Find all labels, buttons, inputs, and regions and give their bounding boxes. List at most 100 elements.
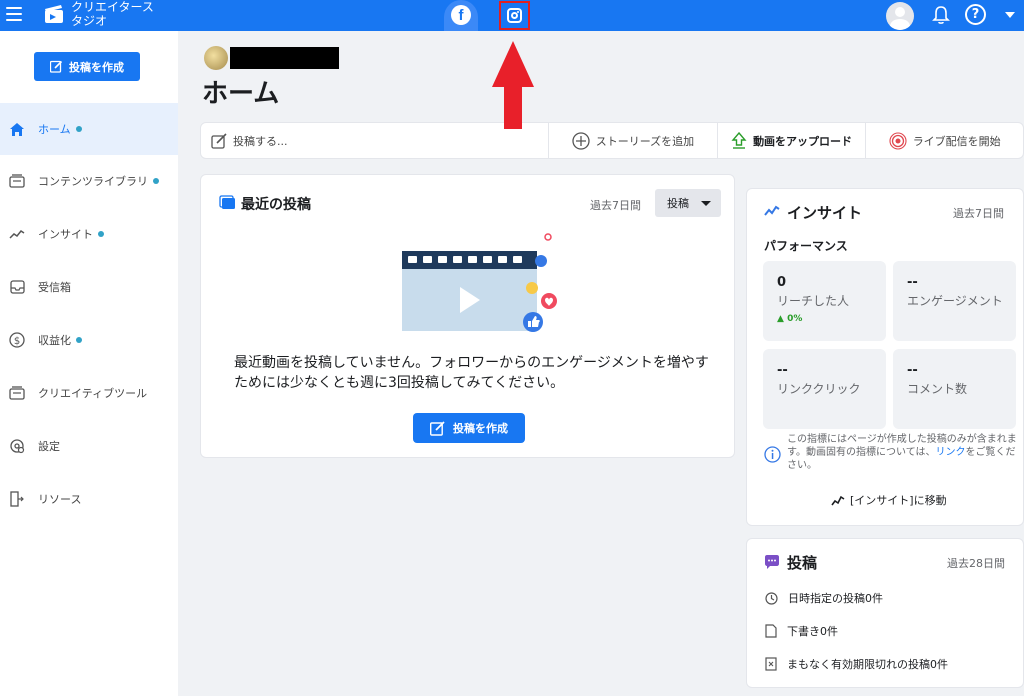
annotation-arrow-shaft — [504, 85, 522, 129]
avatar-icon[interactable] — [886, 2, 914, 30]
sidebar-item-creative-tools[interactable]: クリエイティブツール — [0, 367, 178, 419]
sidebar-item-settings[interactable]: 設定 — [0, 420, 178, 472]
add-story-button[interactable]: ストーリーズを追加 — [549, 123, 718, 158]
top-bar: クリエイタースタジオ f ? — [0, 0, 1024, 31]
sidebar-item-label: コンテンツライブラリ — [38, 175, 148, 188]
info-icon — [764, 446, 781, 463]
expiring-document-icon — [765, 657, 777, 671]
live-icon — [889, 131, 907, 150]
sidebar-item-label: クリエイティブツール — [38, 387, 148, 400]
create-post-button-secondary[interactable]: 投稿を作成 — [413, 413, 525, 443]
metric-label: リーチした人 — [777, 294, 850, 308]
recent-posts-period: 過去7日間 — [590, 199, 641, 212]
sidebar-item-label: ホーム — [38, 123, 71, 136]
metric-change: ▲ 0% — [777, 314, 803, 324]
scheduled-posts-label: 日時指定の投稿0件 — [788, 592, 883, 605]
bell-icon[interactable] — [930, 4, 952, 26]
posts-chat-icon — [765, 555, 779, 569]
insights-icon — [764, 205, 780, 216]
resources-icon — [8, 490, 26, 508]
metric-comments[interactable]: -- コメント数 — [893, 349, 1016, 429]
metric-value: -- — [907, 363, 918, 378]
monetization-icon: $ — [8, 331, 26, 349]
metric-label: コメント数 — [907, 382, 968, 396]
video-illustration — [402, 233, 557, 332]
add-story-label: ストーリーズを追加 — [595, 134, 695, 148]
insights-card: インサイト 過去7日間 パフォーマンス 0 リーチした人 ▲ 0% -- エンゲ… — [746, 188, 1024, 526]
insights-period: 過去7日間 — [953, 207, 1004, 220]
creative-tools-icon — [8, 384, 26, 402]
edit-icon — [211, 132, 227, 149]
post-type-value: 投稿 — [667, 197, 689, 210]
posts-summary-card: 投稿 過去28日間 日時指定の投稿0件 下書き0件 まもなく有効期限切れの投稿0… — [746, 538, 1024, 688]
document-icon — [765, 624, 777, 638]
inbox-icon — [8, 278, 26, 296]
help-icon[interactable]: ? — [965, 4, 986, 25]
facebook-icon: f — [451, 5, 471, 25]
edit-icon — [50, 60, 63, 73]
facebook-tab[interactable]: f — [444, 0, 478, 31]
settings-icon — [8, 437, 26, 455]
notification-dot — [98, 231, 104, 237]
sidebar-item-insights[interactable]: インサイト — [0, 208, 178, 260]
post-type-dropdown[interactable]: 投稿 — [655, 189, 721, 217]
compose-post-button[interactable]: 投稿する... — [201, 123, 550, 158]
sidebar-item-label: 収益化 — [38, 334, 71, 347]
sidebar-item-inbox[interactable]: 受信箱 — [0, 261, 178, 313]
go-to-insights-link[interactable]: [インサイト]に移動 — [831, 492, 947, 508]
insights-icon — [8, 225, 26, 243]
metric-change-value: 0% — [787, 314, 803, 324]
sidebar-item-resources[interactable]: リソース — [0, 473, 178, 525]
metric-link-clicks[interactable]: -- リンククリック — [763, 349, 886, 429]
edit-icon — [430, 420, 445, 436]
upload-video-button[interactable]: 動画をアップロード — [718, 123, 867, 158]
sidebar-item-label: リソース — [38, 493, 82, 506]
drafts-item[interactable]: 下書き0件 — [765, 623, 838, 639]
go-live-label: ライブ配信を開始 — [912, 134, 1001, 148]
scheduled-posts-item[interactable]: 日時指定の投稿0件 — [765, 590, 883, 606]
insights-note: この指標にはページが作成した投稿のみが含まれます。動画固有の指標については、リン… — [787, 433, 1021, 472]
caret-down-icon[interactable] — [1005, 12, 1015, 18]
sidebar-item-home[interactable]: ホーム — [0, 103, 178, 155]
notification-dot — [153, 178, 159, 184]
metric-value: -- — [907, 275, 918, 290]
posts-icon — [219, 195, 235, 209]
clock-icon — [765, 591, 778, 605]
create-post-label: 投稿を作成 — [69, 60, 124, 74]
create-post-button[interactable]: 投稿を作成 — [34, 52, 140, 81]
posts-summary-title: 投稿 — [787, 554, 818, 572]
chevron-down-icon — [701, 201, 711, 206]
sidebar-item-content-library[interactable]: コンテンツライブラリ — [0, 155, 178, 207]
metric-reach[interactable]: 0 リーチした人 ▲ 0% — [763, 261, 886, 341]
empty-state-message: 最近動画を投稿していません。フォロワーからのエンゲージメントを増やすためには少な… — [234, 355, 709, 391]
sidebar-item-label: インサイト — [38, 228, 93, 241]
instagram-icon — [507, 8, 522, 23]
menu-icon[interactable] — [6, 7, 22, 21]
plus-circle-icon — [572, 131, 590, 150]
action-bar: 投稿する... ストーリーズを追加 動画をアップロード ライブ配信を開始 — [200, 122, 1024, 159]
annotation-arrow-head — [492, 41, 534, 87]
svg-text:$: $ — [14, 336, 20, 347]
metric-label: リンククリック — [777, 382, 861, 396]
upload-icon — [731, 131, 747, 150]
drafts-label: 下書き0件 — [787, 625, 838, 638]
posts-summary-period: 過去28日間 — [947, 557, 1005, 570]
performance-heading: パフォーマンス — [764, 239, 848, 253]
page-title: ホーム — [202, 79, 280, 109]
metric-engagement[interactable]: -- エンゲージメント — [893, 261, 1016, 341]
note-link[interactable]: リンク — [936, 447, 966, 458]
metric-label: エンゲージメント — [907, 294, 1003, 308]
creator-studio-logo-icon — [45, 5, 63, 23]
page-profile-picture[interactable] — [204, 46, 228, 70]
notification-dot — [76, 337, 82, 343]
insights-icon — [831, 495, 845, 505]
sidebar-item-label: 設定 — [38, 440, 60, 453]
sidebar-item-monetization[interactable]: $ 収益化 — [0, 314, 178, 366]
metric-value: 0 — [777, 275, 787, 290]
recent-posts-title: 最近の投稿 — [241, 197, 311, 213]
go-live-button[interactable]: ライブ配信を開始 — [866, 123, 1023, 158]
home-icon — [8, 120, 26, 138]
expiring-posts-item[interactable]: まもなく有効期限切れの投稿0件 — [765, 656, 948, 672]
compose-post-label: 投稿する... — [233, 134, 288, 148]
instagram-tab[interactable] — [499, 1, 530, 30]
